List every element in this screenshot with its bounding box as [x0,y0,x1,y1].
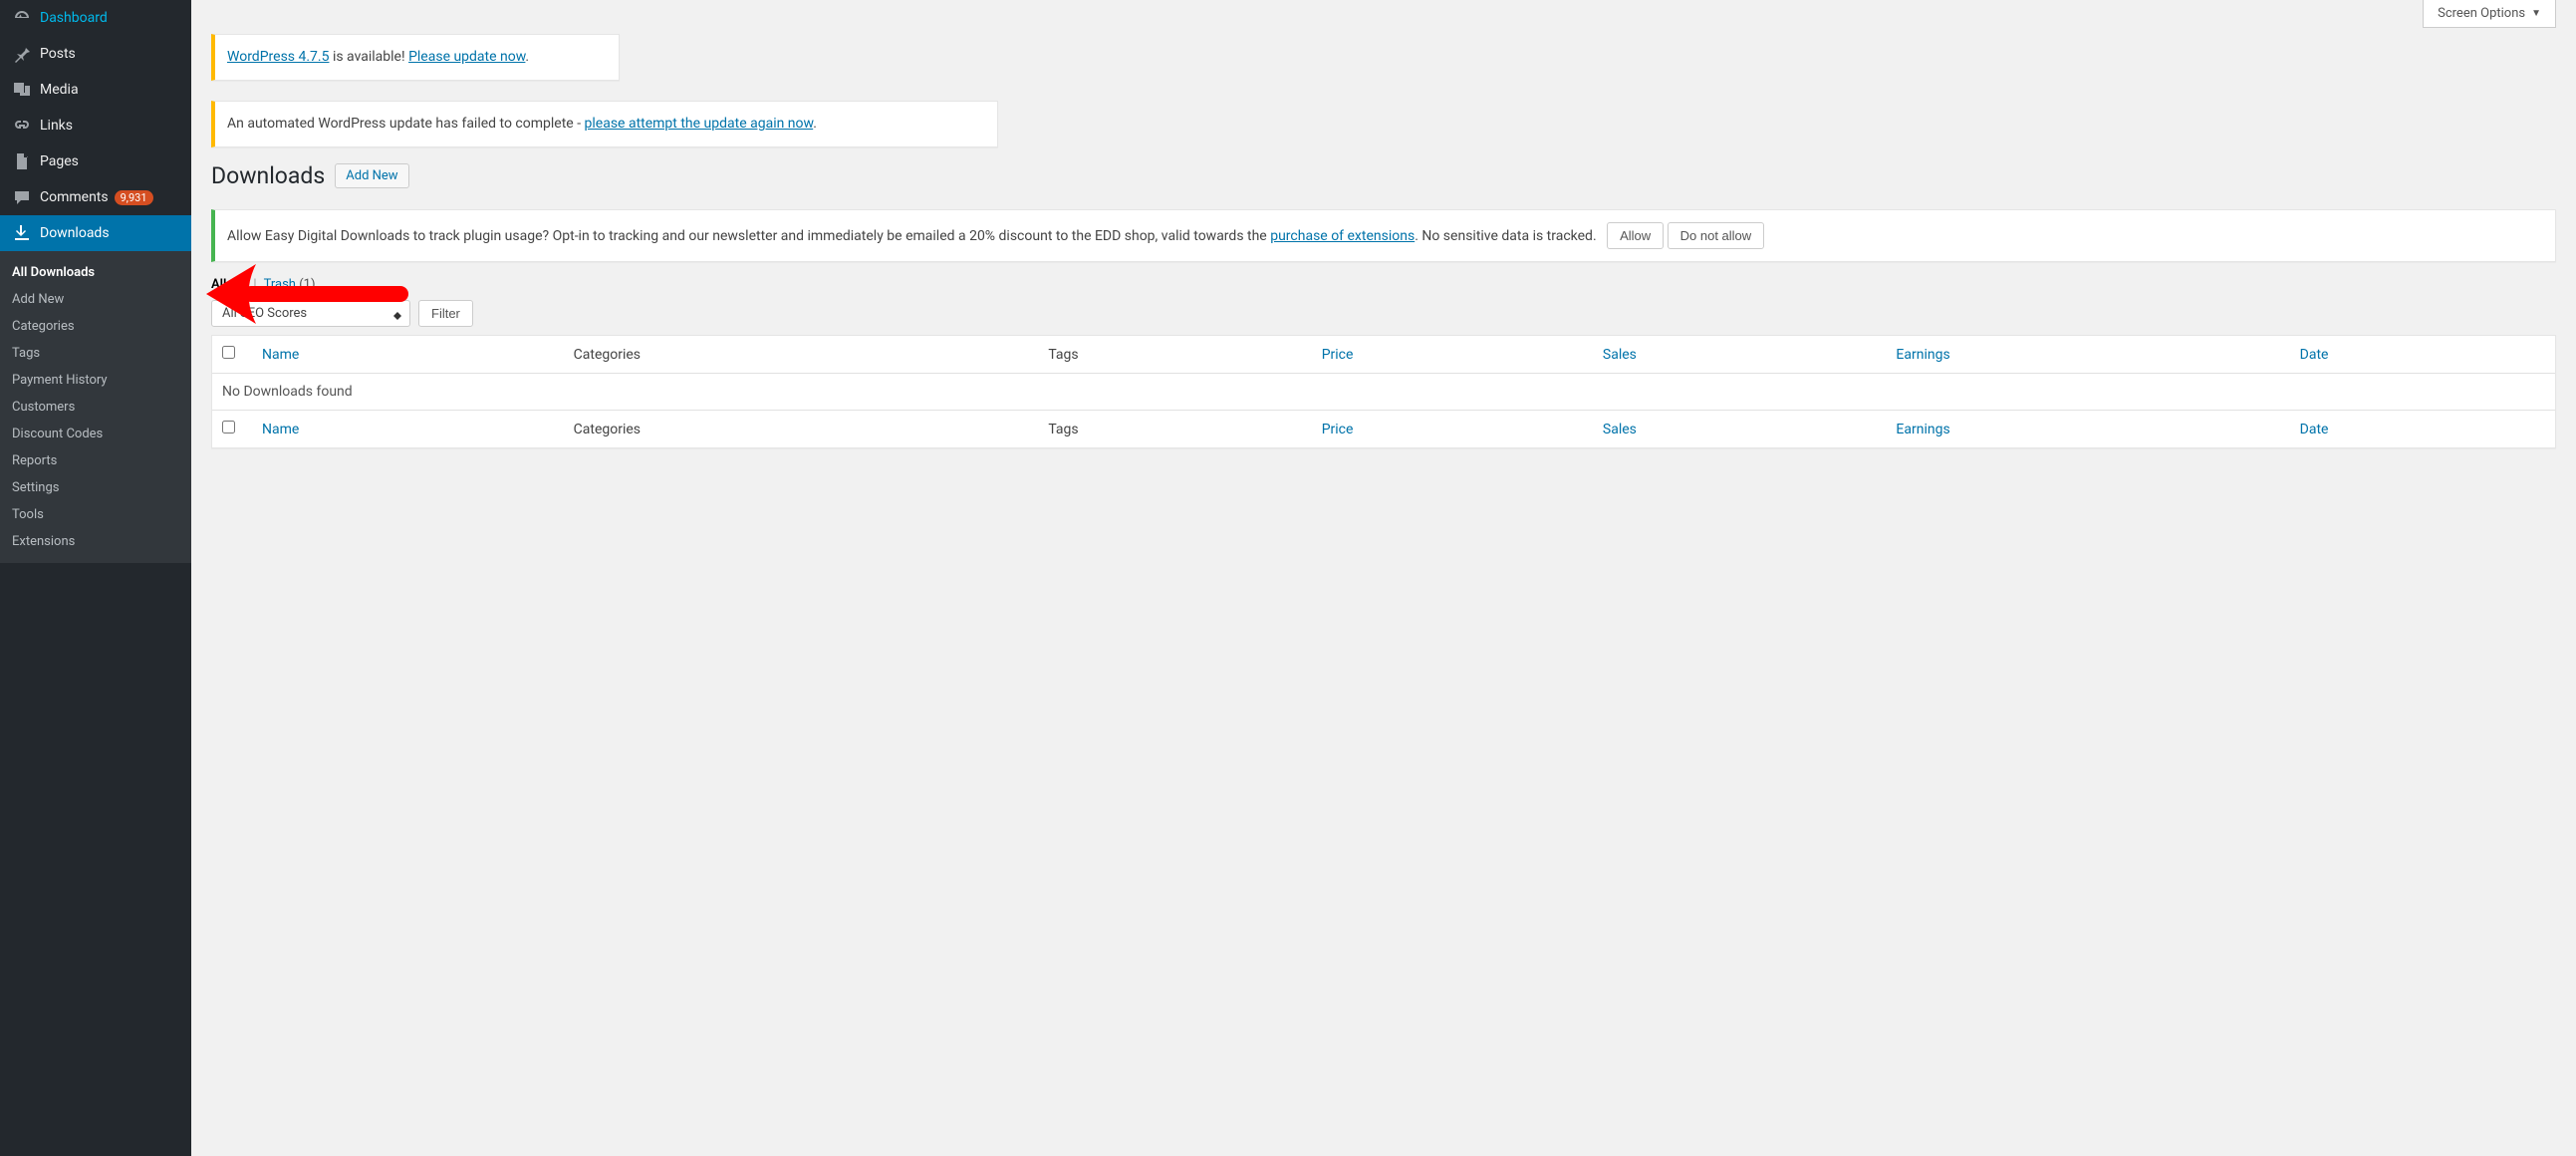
sidebar-item-label: Comments [40,189,109,205]
col-tags: Tags [1038,336,1311,374]
do-not-allow-button[interactable]: Do not allow [1668,222,1765,249]
sidebar-submenu: All Downloads Add New Categories Tags Pa… [0,251,191,563]
submenu-item-discount-codes[interactable]: Discount Codes [0,421,191,447]
col-earnings-foot[interactable]: Earnings [1886,410,2289,447]
purchase-extensions-link[interactable]: purchase of extensions [1270,228,1415,244]
submenu-item-settings[interactable]: Settings [0,474,191,501]
col-categories-foot: Categories [564,410,1039,447]
filter-trash[interactable]: Trash (1) [264,277,316,292]
main-content: Screen Options ▼ WordPress 4.7.5 is avai… [191,0,2576,1156]
sidebar-item-label: Links [40,118,73,134]
col-earnings[interactable]: Earnings [1886,336,2289,374]
sidebar-item-label: Downloads [40,225,110,241]
sidebar-item-media[interactable]: Media [0,72,191,108]
submenu-item-customers[interactable]: Customers [0,394,191,421]
allow-button[interactable]: Allow [1607,222,1664,249]
notice-wp-update: WordPress 4.7.5 is available! Please upd… [211,34,620,81]
sidebar-item-dashboard[interactable]: Dashboard [0,0,191,36]
media-icon [12,80,32,100]
attempt-update-link[interactable]: please attempt the update again now [585,116,814,132]
admin-sidebar: Dashboard Posts Media Links Pages Commen… [0,0,191,1156]
link-icon [12,116,32,136]
seo-scores-select[interactable]: All SEO Scores [211,300,410,327]
submenu-item-categories[interactable]: Categories [0,313,191,340]
submenu-item-reports[interactable]: Reports [0,447,191,474]
sidebar-item-comments[interactable]: Comments 9,931 [0,179,191,215]
page-icon [12,151,32,171]
col-price[interactable]: Price [1312,336,1593,374]
notice-tracking-optin: Allow Easy Digital Downloads to track pl… [211,209,2556,262]
col-categories: Categories [564,336,1039,374]
screen-options-toggle[interactable]: Screen Options ▼ [2423,0,2556,28]
dashboard-icon [12,8,32,28]
submenu-item-extensions[interactable]: Extensions [0,528,191,555]
sidebar-item-label: Posts [40,46,76,62]
select-all-bottom-checkbox[interactable] [222,421,235,434]
sidebar-item-label: Pages [40,153,79,169]
downloads-table: Name Categories Tags Price Sales Earning… [211,335,2556,448]
comment-icon [12,187,32,207]
chevron-down-icon: ▼ [2531,8,2541,19]
col-tags-foot: Tags [1038,410,1311,447]
download-icon [12,223,32,243]
col-name-foot[interactable]: Name [252,410,564,447]
col-date-foot[interactable]: Date [2290,410,2555,447]
col-name[interactable]: Name [252,336,564,374]
col-sales[interactable]: Sales [1593,336,1887,374]
col-sales-foot[interactable]: Sales [1593,410,1887,447]
empty-message: No Downloads found [212,374,2555,410]
col-date[interactable]: Date [2290,336,2555,374]
sidebar-item-label: Dashboard [40,10,108,26]
comments-count-badge: 9,931 [115,190,153,205]
submenu-item-tags[interactable]: Tags [0,340,191,367]
sidebar-item-pages[interactable]: Pages [0,144,191,179]
submenu-item-tools[interactable]: Tools [0,501,191,528]
sidebar-item-posts[interactable]: Posts [0,36,191,72]
notice-update-failed: An automated WordPress update has failed… [211,101,998,147]
submenu-item-payment-history[interactable]: Payment History [0,367,191,394]
pin-icon [12,44,32,64]
list-filter-links: All (0) | Trash (1) [211,277,2556,292]
filter-all[interactable]: All (0) [211,277,246,292]
update-now-link[interactable]: Please update now [408,49,525,65]
sidebar-item-label: Media [40,82,79,98]
submenu-item-all-downloads[interactable]: All Downloads [0,259,191,286]
filter-button[interactable]: Filter [418,300,473,327]
sidebar-item-links[interactable]: Links [0,108,191,144]
page-title: Downloads [211,162,325,189]
col-price-foot[interactable]: Price [1312,410,1593,447]
submenu-item-add-new[interactable]: Add New [0,286,191,313]
wp-version-link[interactable]: WordPress 4.7.5 [227,49,329,65]
sidebar-item-downloads[interactable]: Downloads [0,215,191,251]
select-all-top-checkbox[interactable] [222,346,235,359]
add-new-button[interactable]: Add New [335,163,408,188]
